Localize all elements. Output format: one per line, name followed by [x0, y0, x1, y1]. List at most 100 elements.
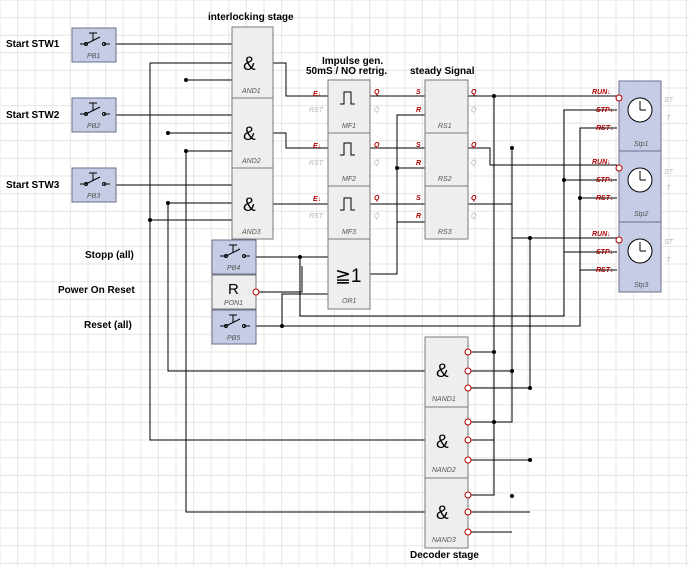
svg-text:RS2: RS2	[438, 176, 452, 183]
svg-text:MF3: MF3	[342, 229, 356, 236]
svg-text:RST: RST	[309, 213, 324, 220]
svg-text:Q: Q	[471, 195, 477, 202]
pb4-button[interactable]: PB4	[211, 239, 257, 275]
pb2-button[interactable]: PB2	[71, 97, 117, 133]
nand2-gate[interactable]: & NAND2	[424, 406, 472, 479]
svg-text:ST: ST	[664, 169, 674, 176]
svg-text:Q: Q	[374, 89, 380, 96]
stp1-timer[interactable]: Stp1	[615, 80, 662, 152]
svg-text:E↓: E↓	[313, 143, 321, 150]
svg-text:RST: RST	[309, 160, 324, 167]
svg-text:R: R	[416, 160, 421, 167]
power-on-reset-label: Power On Reset	[58, 285, 135, 296]
svg-text:T: T	[666, 257, 671, 264]
svg-text:RUN↓: RUN↓	[592, 89, 611, 96]
svg-text:T: T	[666, 185, 671, 192]
svg-text:Q: Q	[471, 89, 477, 96]
svg-text:STP↓: STP↓	[596, 177, 613, 184]
svg-text:STP↓: STP↓	[596, 107, 613, 114]
svg-text:Q: Q	[374, 195, 380, 202]
svg-text:PON1: PON1	[224, 300, 243, 307]
decoder-stage-label: Decoder stage	[410, 550, 479, 561]
svg-text:R: R	[228, 281, 239, 298]
svg-text:&: &	[243, 124, 256, 145]
svg-text:RST↓: RST↓	[596, 125, 614, 132]
start-stw2-label: Start STW2	[6, 110, 60, 121]
svg-text:Q̄: Q̄	[471, 159, 477, 167]
svg-text:RST↓: RST↓	[596, 195, 614, 202]
svg-text:AND2: AND2	[241, 158, 261, 165]
svg-text:PB4: PB4	[227, 265, 240, 272]
svg-text:ST: ST	[664, 239, 674, 246]
svg-text:T: T	[666, 115, 671, 122]
svg-text:Stp1: Stp1	[634, 141, 649, 148]
svg-text:NAND1: NAND1	[432, 396, 456, 403]
svg-text:AND3: AND3	[241, 229, 261, 236]
svg-text:Stp2: Stp2	[634, 211, 649, 218]
svg-text:RST↓: RST↓	[596, 267, 614, 274]
svg-text:Q̄: Q̄	[374, 159, 380, 167]
svg-text:RS1: RS1	[438, 123, 452, 130]
rs3-block[interactable]: RS3	[424, 185, 469, 240]
circuit-diagram: interlocking stage Impulse gen. 50mS / N…	[0, 0, 689, 566]
and2-gate[interactable]: & AND2	[231, 97, 274, 169]
svg-text:Stp3: Stp3	[634, 282, 649, 289]
impulse-gen-sub-label: 50mS / NO retrig.	[306, 66, 387, 77]
svg-text:STP↓: STP↓	[596, 249, 613, 256]
svg-text:S: S	[416, 142, 421, 149]
pb1-button[interactable]: PB1	[71, 27, 117, 63]
svg-text:PB2: PB2	[87, 123, 100, 130]
nand1-gate[interactable]: & NAND1	[424, 336, 472, 408]
interlocking-stage-label: interlocking stage	[208, 12, 294, 23]
svg-text:PB5: PB5	[227, 335, 240, 342]
start-stw3-label: Start STW3	[6, 180, 60, 191]
rs2-block[interactable]: RS2	[424, 132, 469, 187]
svg-text:R: R	[416, 107, 421, 114]
svg-text:S: S	[416, 89, 421, 96]
svg-text:RUN↓: RUN↓	[592, 231, 611, 238]
pb5-button[interactable]: PB5	[211, 309, 257, 345]
svg-text:Q: Q	[374, 142, 380, 149]
svg-text:MF1: MF1	[342, 123, 356, 130]
svg-text:&: &	[436, 503, 449, 524]
svg-text:Q̄: Q̄	[374, 106, 380, 114]
schematic-svg: interlocking stage Impulse gen. 50mS / N…	[0, 0, 689, 566]
svg-text:Q: Q	[471, 142, 477, 149]
nand3-gate[interactable]: & NAND3	[424, 477, 472, 549]
svg-text:RST: RST	[309, 107, 324, 114]
svg-text:&: &	[243, 54, 256, 75]
or1-gate[interactable]: ≧1 OR1	[327, 238, 371, 310]
svg-text:&: &	[436, 432, 449, 453]
and3-gate[interactable]: & AND3	[231, 167, 274, 240]
svg-text:Q̄: Q̄	[471, 106, 477, 114]
pb3-button[interactable]: PB3	[71, 167, 117, 203]
svg-text:PB3: PB3	[87, 193, 100, 200]
svg-text:AND1: AND1	[241, 88, 261, 95]
stopp-all-label: Stopp (all)	[85, 250, 134, 261]
svg-text:NAND3: NAND3	[432, 537, 456, 544]
svg-text:NAND2: NAND2	[432, 467, 456, 474]
and1-gate[interactable]: & AND1	[231, 26, 274, 99]
mf3-block[interactable]: MF3	[327, 185, 371, 240]
stp2-timer[interactable]: Stp2	[615, 150, 662, 223]
svg-text:S: S	[416, 195, 421, 202]
svg-text:E↓: E↓	[313, 196, 321, 203]
svg-text:PB1: PB1	[87, 53, 100, 60]
svg-text:MF2: MF2	[342, 176, 356, 183]
svg-text:Q̄: Q̄	[471, 212, 477, 220]
start-stw1-label: Start STW1	[6, 39, 60, 50]
svg-text:OR1: OR1	[342, 298, 357, 305]
svg-text:&: &	[243, 195, 256, 216]
svg-text:Q̄: Q̄	[374, 212, 380, 220]
reset-all-label: Reset (all)	[84, 320, 132, 331]
stp3-timer[interactable]: Stp3	[615, 221, 662, 293]
svg-text:E↓: E↓	[313, 91, 321, 98]
pon1-block[interactable]: R PON1	[211, 274, 260, 310]
svg-text:ST: ST	[664, 97, 674, 104]
svg-text:RS3: RS3	[438, 229, 452, 236]
svg-text:R: R	[416, 213, 421, 220]
mf2-block[interactable]: MF2	[327, 132, 371, 187]
rs1-block[interactable]: RS1	[424, 79, 469, 134]
svg-text:RUN↓: RUN↓	[592, 159, 611, 166]
mf1-block[interactable]: MF1	[327, 79, 371, 134]
